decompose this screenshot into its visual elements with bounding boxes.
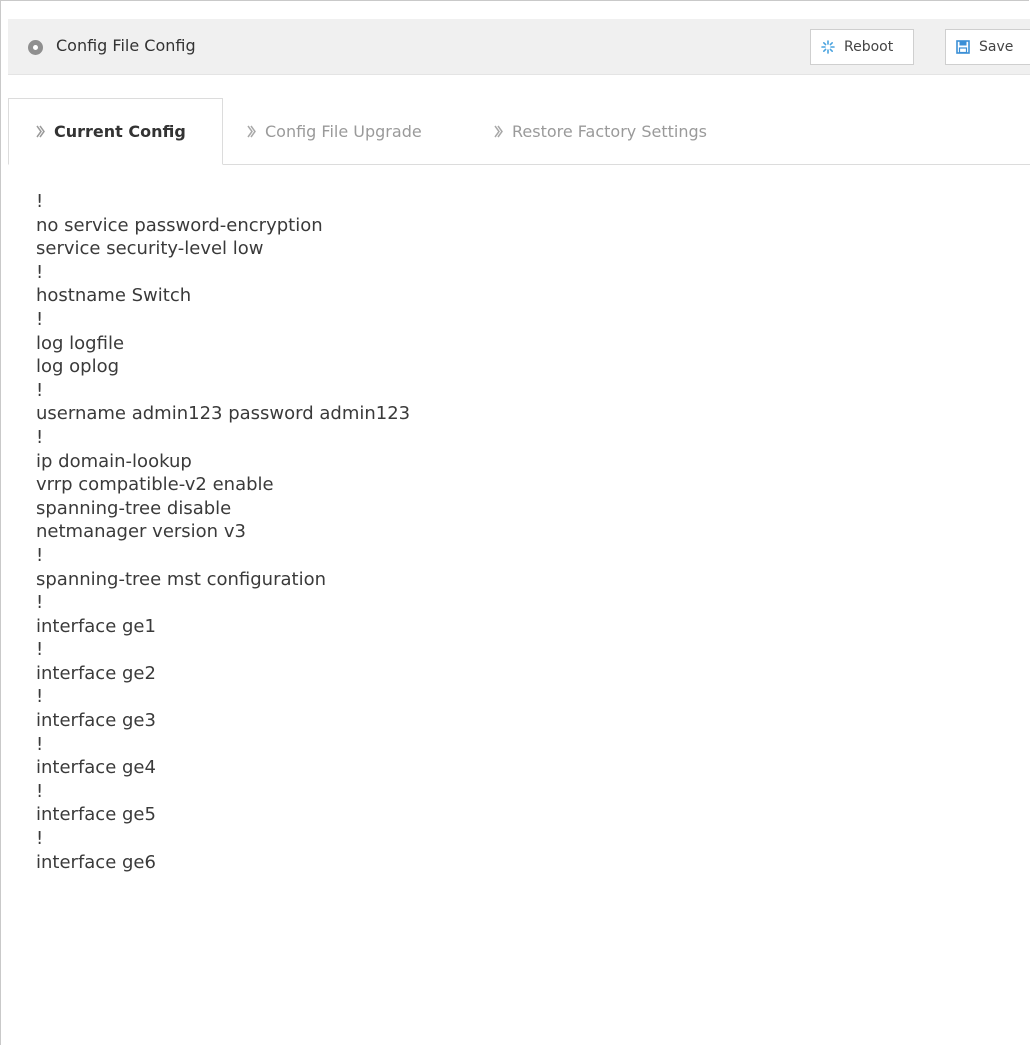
double-chevron-right-icon xyxy=(494,125,503,138)
tab-current-config[interactable]: Current Config xyxy=(8,98,223,165)
config-line: ! xyxy=(36,639,44,661)
title-bar: Config File Config Reboot Save xyxy=(8,19,1030,75)
tab-bar: Current Config Config File Upgrade Resto… xyxy=(8,98,1030,165)
config-line: interface ge2 xyxy=(36,662,156,684)
config-line: spanning-tree mst configuration xyxy=(36,568,327,590)
reboot-button-label: Reboot xyxy=(844,39,894,55)
config-line: hostname Switch xyxy=(36,285,192,307)
save-button[interactable]: Save xyxy=(945,29,1030,65)
floppy-disk-icon xyxy=(956,40,970,54)
config-line: log oplog xyxy=(36,356,120,378)
tab-label: Restore Factory Settings xyxy=(512,122,707,141)
config-line: service security-level low xyxy=(36,238,264,260)
config-line: interface ge3 xyxy=(36,710,156,732)
config-line: ! xyxy=(36,686,44,708)
config-line: ! xyxy=(36,308,44,330)
tab-restore-factory-settings[interactable]: Restore Factory Settings xyxy=(493,98,707,165)
config-line: ! xyxy=(36,379,44,401)
double-chevron-right-icon xyxy=(247,125,256,138)
config-line: ! xyxy=(36,426,44,448)
config-line: interface ge6 xyxy=(36,851,156,873)
config-line: interface ge1 xyxy=(36,615,156,637)
double-chevron-right-icon xyxy=(36,125,45,138)
config-line: netmanager version v3 xyxy=(36,521,246,543)
config-line: interface ge5 xyxy=(36,804,156,826)
tab-label: Current Config xyxy=(54,122,186,141)
config-line: ! xyxy=(36,191,44,212)
config-line: spanning-tree disable xyxy=(36,497,232,519)
config-line: ip domain-lookup xyxy=(36,450,192,472)
config-line: vrrp compatible-v2 enable xyxy=(36,474,274,496)
page-title: Config File Config xyxy=(56,36,196,55)
config-line: no service password-encryption xyxy=(36,214,323,236)
config-text-area: ! no service password-encryption service s… xyxy=(36,190,996,874)
reboot-button[interactable]: Reboot xyxy=(810,29,914,65)
tab-label: Config File Upgrade xyxy=(265,122,422,141)
config-line: log logfile xyxy=(36,332,125,354)
tab-config-file-upgrade[interactable]: Config File Upgrade xyxy=(246,98,422,165)
config-line: ! xyxy=(36,592,44,614)
config-line: interface ge4 xyxy=(36,757,156,779)
circle-dot-icon xyxy=(28,40,43,55)
config-line: username admin123 password admin123 xyxy=(36,403,411,425)
config-line: ! xyxy=(36,780,44,802)
config-line: ! xyxy=(36,544,44,566)
save-button-label: Save xyxy=(979,39,1014,55)
config-line: ! xyxy=(36,261,44,283)
config-line: ! xyxy=(36,828,44,850)
config-line: ! xyxy=(36,733,44,755)
spinner-icon xyxy=(821,40,835,54)
